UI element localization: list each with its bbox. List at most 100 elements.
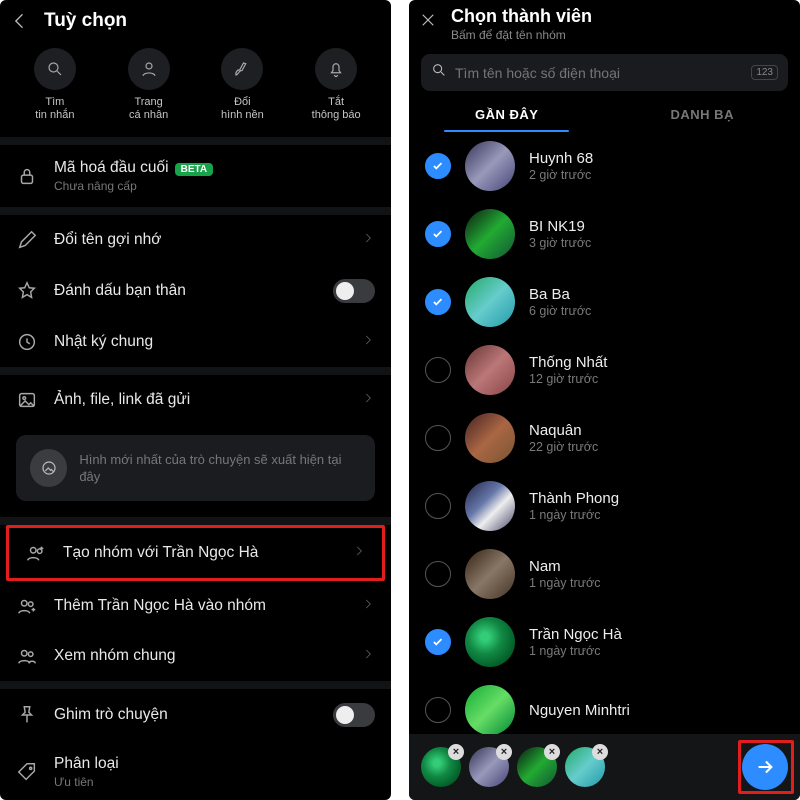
group-name-hint[interactable]: Bấm để đặt tên nhóm <box>451 28 592 42</box>
page-title: Chọn thành viên <box>451 6 592 27</box>
mutual-diary-row[interactable]: Nhật ký chung <box>0 317 391 367</box>
selected-chip[interactable]: × <box>517 747 557 787</box>
checkbox-checked-icon[interactable] <box>425 289 451 315</box>
avatar <box>465 345 515 395</box>
chevron-right-icon <box>352 544 366 563</box>
avatar <box>465 141 515 191</box>
selected-chip[interactable]: × <box>469 747 509 787</box>
pin-icon <box>16 704 38 726</box>
row-label: Đánh dấu bạn thân <box>54 282 186 300</box>
member-name: BI NK19 <box>529 218 591 235</box>
bestfriend-row[interactable]: Đánh dấu bạn thân <box>0 265 391 317</box>
member-time: 6 giờ trước <box>529 304 591 318</box>
member-time: 1 ngày trước <box>529 576 600 590</box>
quick-actions: Tìm tin nhắn Trang cá nhân Đổi hình nền … <box>0 38 391 137</box>
search-icon <box>34 48 76 90</box>
checkbox-icon[interactable] <box>425 425 451 451</box>
member-row[interactable]: Ba Ba6 giờ trước <box>409 268 800 336</box>
media-row[interactable]: Ảnh, file, link đã gửi <box>0 375 391 425</box>
back-icon[interactable] <box>10 11 30 31</box>
remove-chip-icon[interactable]: × <box>448 744 464 760</box>
member-row[interactable]: Thống Nhất12 giờ trước <box>409 336 800 404</box>
header: Tuỳ chọn <box>0 0 391 38</box>
select-members-screen: Chọn thành viên Bấm để đặt tên nhóm 123 … <box>409 0 800 800</box>
row-sub: Chưa nâng cấp <box>54 179 213 193</box>
toggle-off[interactable] <box>333 703 375 727</box>
selected-chip[interactable]: × <box>421 747 461 787</box>
member-time: 1 ngày trước <box>529 508 619 522</box>
remove-chip-icon[interactable]: × <box>544 744 560 760</box>
group-plus-icon <box>16 595 38 617</box>
chevron-right-icon <box>361 231 375 250</box>
image-placeholder-icon <box>30 449 67 487</box>
tab-recent[interactable]: GẦN ĐÂY <box>409 97 605 132</box>
checkbox-icon[interactable] <box>425 357 451 383</box>
member-name: Huynh 68 <box>529 150 593 167</box>
quick-wallpaper[interactable]: Đổi hình nền <box>203 48 281 121</box>
quick-label: Đổi hình nền <box>221 96 264 121</box>
member-list: Huynh 682 giờ trướcBI NK193 giờ trướcBa … <box>409 132 800 800</box>
chevron-right-icon <box>361 597 375 616</box>
keypad-toggle[interactable]: 123 <box>751 65 778 80</box>
pencil-icon <box>16 229 38 251</box>
row-label: Ảnh, file, link đã gửi <box>54 391 190 409</box>
media-empty-note: Hình mới nhất của trò chuyện sẽ xuất hiệ… <box>16 435 375 501</box>
lock-icon <box>16 165 38 187</box>
member-name: Trần Ngọc Hà <box>529 626 622 643</box>
checkbox-checked-icon[interactable] <box>425 629 451 655</box>
member-name: Nam <box>529 558 600 575</box>
remove-chip-icon[interactable]: × <box>592 744 608 760</box>
remove-chip-icon[interactable]: × <box>496 744 512 760</box>
create-group-row[interactable]: Tạo nhóm với Trần Ngọc Hà <box>9 528 382 578</box>
group-icon <box>16 645 38 667</box>
checkbox-icon[interactable] <box>425 697 451 723</box>
member-row[interactable]: BI NK193 giờ trước <box>409 200 800 268</box>
checkbox-icon[interactable] <box>425 561 451 587</box>
member-time: 12 giờ trước <box>529 372 607 386</box>
close-icon[interactable] <box>419 11 437 29</box>
avatar <box>465 277 515 327</box>
brush-icon <box>221 48 263 90</box>
category-row[interactable]: Phân loại Ưu tiên <box>0 741 391 793</box>
avatar <box>465 209 515 259</box>
row-label: Thêm Trần Ngọc Hà vào nhóm <box>54 597 266 615</box>
member-row[interactable]: Huynh 682 giờ trước <box>409 132 800 200</box>
row-label: Phân loại <box>54 755 119 773</box>
member-row[interactable]: Thành Phong1 ngày trước <box>409 472 800 540</box>
avatar <box>465 413 515 463</box>
quick-mute[interactable]: Tắt thông báo <box>297 48 375 121</box>
profile-icon <box>128 48 170 90</box>
header: Chọn thành viên Bấm để đặt tên nhóm <box>409 0 800 48</box>
toggle-off[interactable] <box>333 279 375 303</box>
pin-row[interactable]: Ghim trò chuyện <box>0 689 391 741</box>
search-input[interactable] <box>455 65 743 81</box>
row-label: Mã hoá đầu cuối <box>54 159 169 176</box>
checkbox-checked-icon[interactable] <box>425 153 451 179</box>
clock-icon <box>16 331 38 353</box>
avatar <box>465 617 515 667</box>
add-to-group-row[interactable]: Thêm Trần Ngọc Hà vào nhóm <box>0 581 391 631</box>
quick-profile[interactable]: Trang cá nhân <box>110 48 188 121</box>
member-row[interactable]: Nam1 ngày trước <box>409 540 800 608</box>
e2ee-row[interactable]: Mã hoá đầu cuối BETA Chưa nâng cấp <box>0 145 391 207</box>
avatar <box>465 481 515 531</box>
checkbox-checked-icon[interactable] <box>425 221 451 247</box>
view-common-groups-row[interactable]: Xem nhóm chung <box>0 631 391 681</box>
quick-search[interactable]: Tìm tin nhắn <box>16 48 94 121</box>
media-note-text: Hình mới nhất của trò chuyện sẽ xuất hiệ… <box>79 451 361 486</box>
member-time: 3 giờ trước <box>529 236 591 250</box>
member-row[interactable]: Naquân22 giờ trước <box>409 404 800 472</box>
continue-button[interactable] <box>742 744 788 790</box>
chevron-right-icon <box>361 647 375 666</box>
rename-row[interactable]: Đổi tên gợi nhớ <box>0 215 391 265</box>
checkbox-icon[interactable] <box>425 493 451 519</box>
selected-chip[interactable]: × <box>565 747 605 787</box>
tab-contacts[interactable]: DANH BẠ <box>605 97 800 132</box>
search-bar[interactable]: 123 <box>421 54 788 91</box>
star-icon <box>16 280 38 302</box>
group-add-icon <box>25 542 47 564</box>
member-row[interactable]: Trần Ngọc Hà1 ngày trước <box>409 608 800 676</box>
member-time: 2 giờ trước <box>529 168 593 182</box>
row-label: Đổi tên gợi nhớ <box>54 231 161 249</box>
beta-badge: BETA <box>175 163 213 176</box>
